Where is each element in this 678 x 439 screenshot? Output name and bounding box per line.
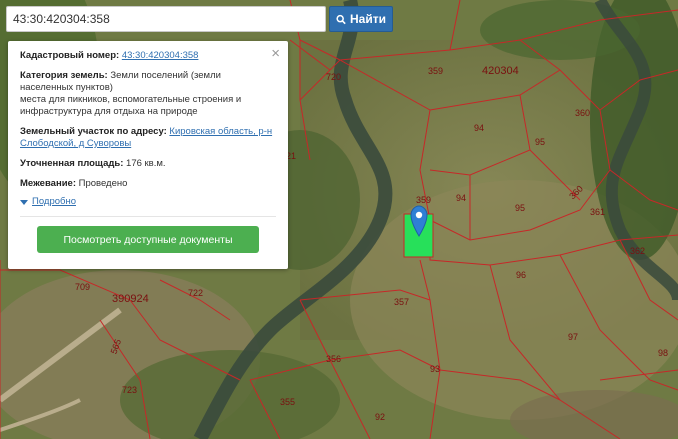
plot-label: 723 (122, 385, 137, 395)
survey-row: Межевание: Проведено (20, 178, 276, 190)
plot-label: 360 (575, 108, 590, 118)
category-extra: места для пикников, вспомогательные стро… (20, 94, 242, 117)
chevron-down-icon (20, 199, 28, 205)
address-label: Земельный участок по адресу: (20, 126, 167, 137)
plot-label: 355 (280, 397, 295, 407)
plot-label: 362 (630, 246, 645, 256)
plot-label: 98 (658, 348, 668, 358)
plot-label: 95 (515, 203, 525, 213)
cadastral-row: Кадастровый номер: 43:30:420304:358 (20, 50, 276, 62)
plot-label: 357 (394, 297, 409, 307)
plot-label: 359 (416, 195, 431, 205)
category-row: Категория земель: Земли поселений (земли… (20, 70, 276, 118)
plot-label: 92 (375, 412, 385, 422)
cadastral-label: Кадастровый номер: (20, 50, 120, 61)
search-box (6, 6, 326, 32)
plot-label: 722 (188, 288, 203, 298)
search-input[interactable] (7, 7, 325, 31)
search-button[interactable]: Найти (329, 6, 393, 32)
more-details-label: Подробно (32, 196, 76, 207)
plot-label: 96 (516, 270, 526, 280)
area-row: Уточненная площадь: 176 кв.м. (20, 158, 276, 170)
plot-label: 359 (428, 66, 443, 76)
plot-label: 94 (474, 123, 484, 133)
area-value: 176 кв.м. (126, 158, 166, 169)
plot-label: 709 (75, 282, 90, 292)
divider (20, 216, 276, 217)
survey-value: Проведено (78, 178, 128, 189)
plot-label: 97 (568, 332, 578, 342)
category-label: Категория земель: (20, 70, 108, 81)
quarter-label: 390924 (112, 293, 149, 305)
plot-label: 93 (430, 364, 440, 374)
info-panel: × Кадастровый номер: 43:30:420304:358 Ка… (8, 41, 288, 269)
close-icon[interactable]: × (271, 46, 280, 61)
search-button-label: Найти (350, 12, 386, 26)
plot-label: 94 (456, 193, 466, 203)
survey-label: Межевание: (20, 178, 76, 189)
plot-label: 720 (326, 72, 341, 82)
address-row: Земельный участок по адресу: Кировская о… (20, 126, 276, 150)
view-documents-button[interactable]: Посмотреть доступные документы (37, 226, 259, 253)
more-details-link[interactable]: Подробно (20, 196, 276, 208)
search-icon (336, 14, 346, 24)
area-label: Уточненная площадь: (20, 158, 124, 169)
plot-label: 361 (590, 207, 605, 217)
plot-label: 356 (326, 354, 341, 364)
cadastral-link[interactable]: 43:30:420304:358 (122, 50, 199, 61)
quarter-label: 420304 (482, 65, 519, 77)
plot-label: 95 (535, 137, 545, 147)
